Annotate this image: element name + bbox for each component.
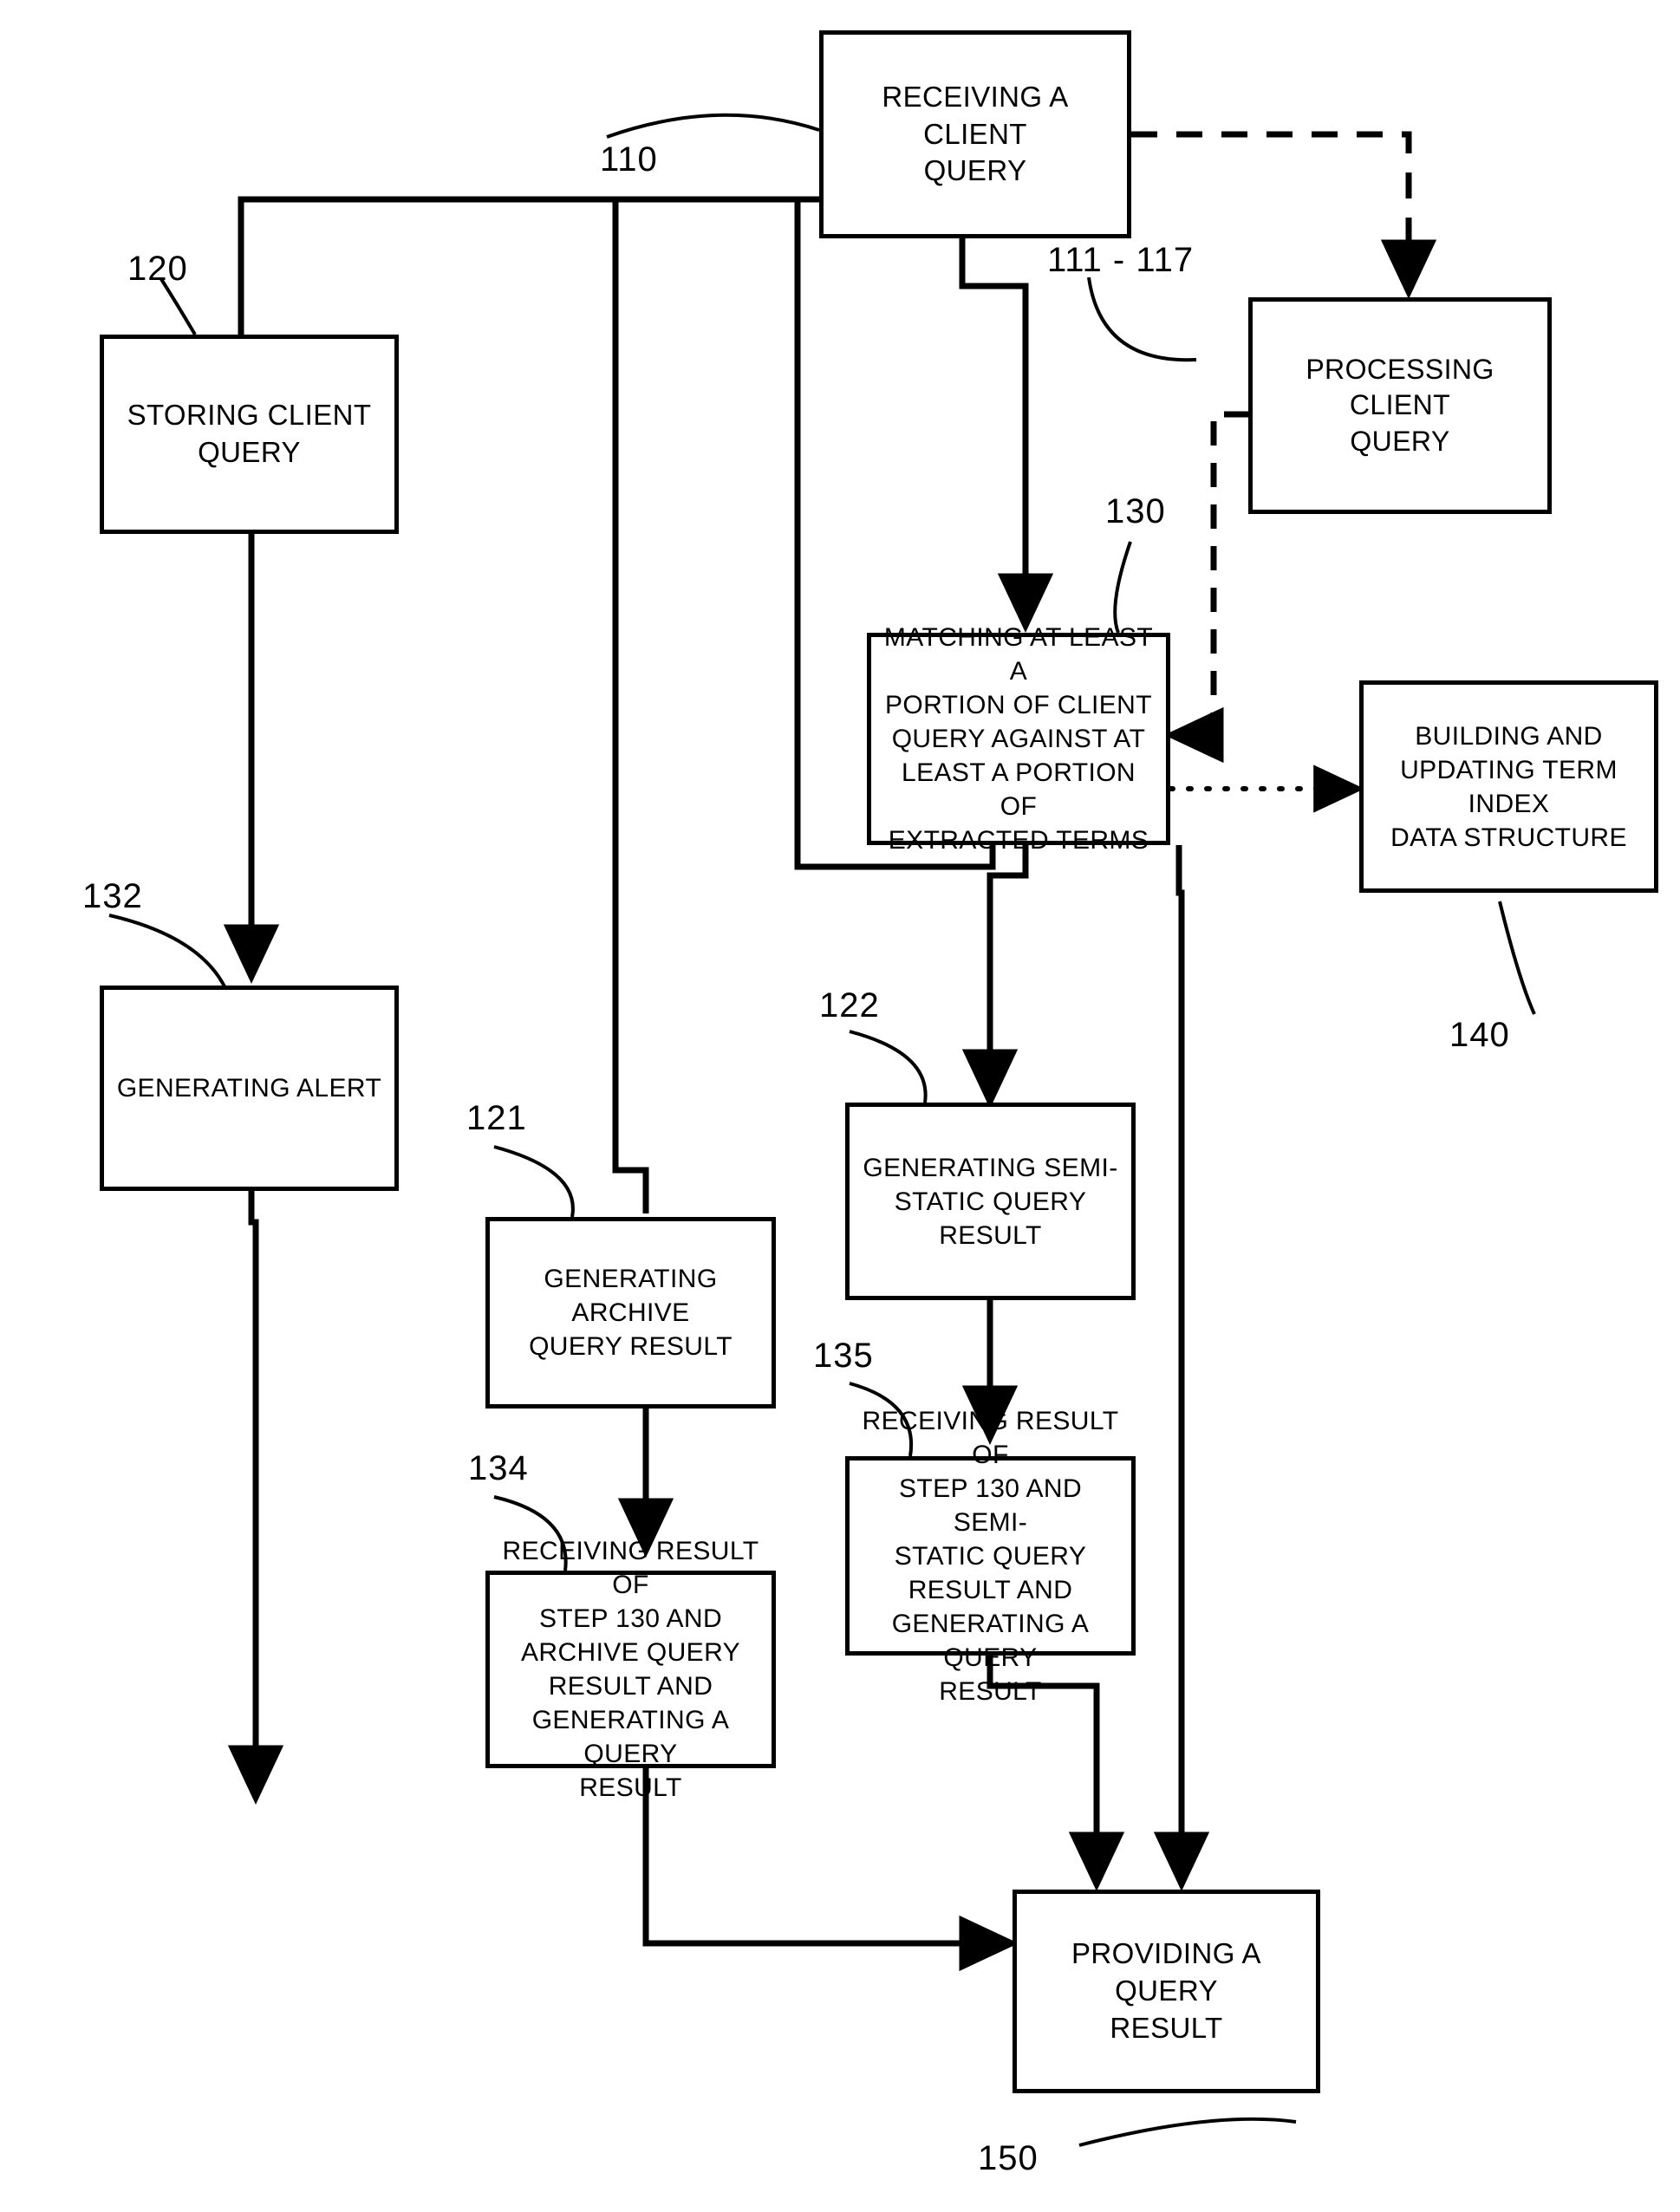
- node-receiving-client-query[interactable]: RECEIVING A CLIENT QUERY: [819, 30, 1131, 238]
- reference-numeral-150: 150: [978, 2139, 1039, 2177]
- node-generating-semi-static-query-result[interactable]: GENERATING SEMI- STATIC QUERY RESULT: [845, 1103, 1136, 1300]
- reference-numeral-122: 122: [819, 986, 880, 1025]
- node-processing-client-query[interactable]: PROCESSING CLIENT QUERY: [1248, 297, 1552, 514]
- reference-numeral-140: 140: [1449, 1016, 1510, 1054]
- reference-numeral-111-117: 111 - 117: [1047, 241, 1195, 279]
- reference-numeral-132: 132: [82, 877, 143, 915]
- node-matching-client-query[interactable]: MATCHING AT LEAST A PORTION OF CLIENT QU…: [867, 623, 1170, 855]
- reference-numeral-121: 121: [466, 1099, 527, 1137]
- reference-numeral-110: 110: [600, 140, 658, 179]
- reference-numeral-134: 134: [468, 1449, 529, 1487]
- node-label: PROCESSING CLIENT QUERY: [1306, 353, 1494, 457]
- node-label: BUILDING AND UPDATING TERM INDEX DATA ST…: [1390, 721, 1627, 852]
- node-receiving-archive-result[interactable]: RECEIVING RESULT OF STEP 130 AND ARCHIVE…: [485, 1537, 776, 1802]
- node-generating-archive-query-result[interactable]: GENERATING ARCHIVE QUERY RESULT: [485, 1217, 776, 1409]
- node-label: RECEIVING RESULT OF STEP 130 AND SEMI- S…: [862, 1406, 1119, 1706]
- node-label: PROVIDING A QUERY RESULT: [1071, 1937, 1261, 2044]
- node-label: MATCHING AT LEAST A PORTION OF CLIENT QU…: [883, 623, 1154, 855]
- reference-numeral-135: 135: [813, 1337, 874, 1375]
- node-label: STORING CLIENT QUERY: [127, 399, 372, 468]
- reference-numeral-120: 120: [127, 250, 188, 288]
- node-label: GENERATING SEMI- STATIC QUERY RESULT: [863, 1153, 1118, 1250]
- node-receiving-semi-static-result[interactable]: RECEIVING RESULT OF STEP 130 AND SEMI- S…: [845, 1407, 1136, 1706]
- node-label: RECEIVING A CLIENT QUERY: [882, 80, 1069, 187]
- node-label: RECEIVING RESULT OF STEP 130 AND ARCHIVE…: [502, 1537, 759, 1802]
- node-storing-client-query[interactable]: STORING CLIENT QUERY: [100, 335, 399, 534]
- node-generating-alert[interactable]: GENERATING ALERT: [100, 986, 399, 1191]
- node-providing-query-result[interactable]: PROVIDING A QUERY RESULT: [1013, 1890, 1320, 2093]
- reference-numeral-130: 130: [1105, 492, 1166, 530]
- node-label: GENERATING ARCHIVE QUERY RESULT: [529, 1265, 733, 1361]
- node-building-updating-term-index[interactable]: BUILDING AND UPDATING TERM INDEX DATA ST…: [1359, 680, 1658, 893]
- node-label: GENERATING ALERT: [116, 1074, 382, 1103]
- patent-flowchart: RECEIVING A CLIENT QUERY STORING CLIENT …: [0, 0, 1680, 2212]
